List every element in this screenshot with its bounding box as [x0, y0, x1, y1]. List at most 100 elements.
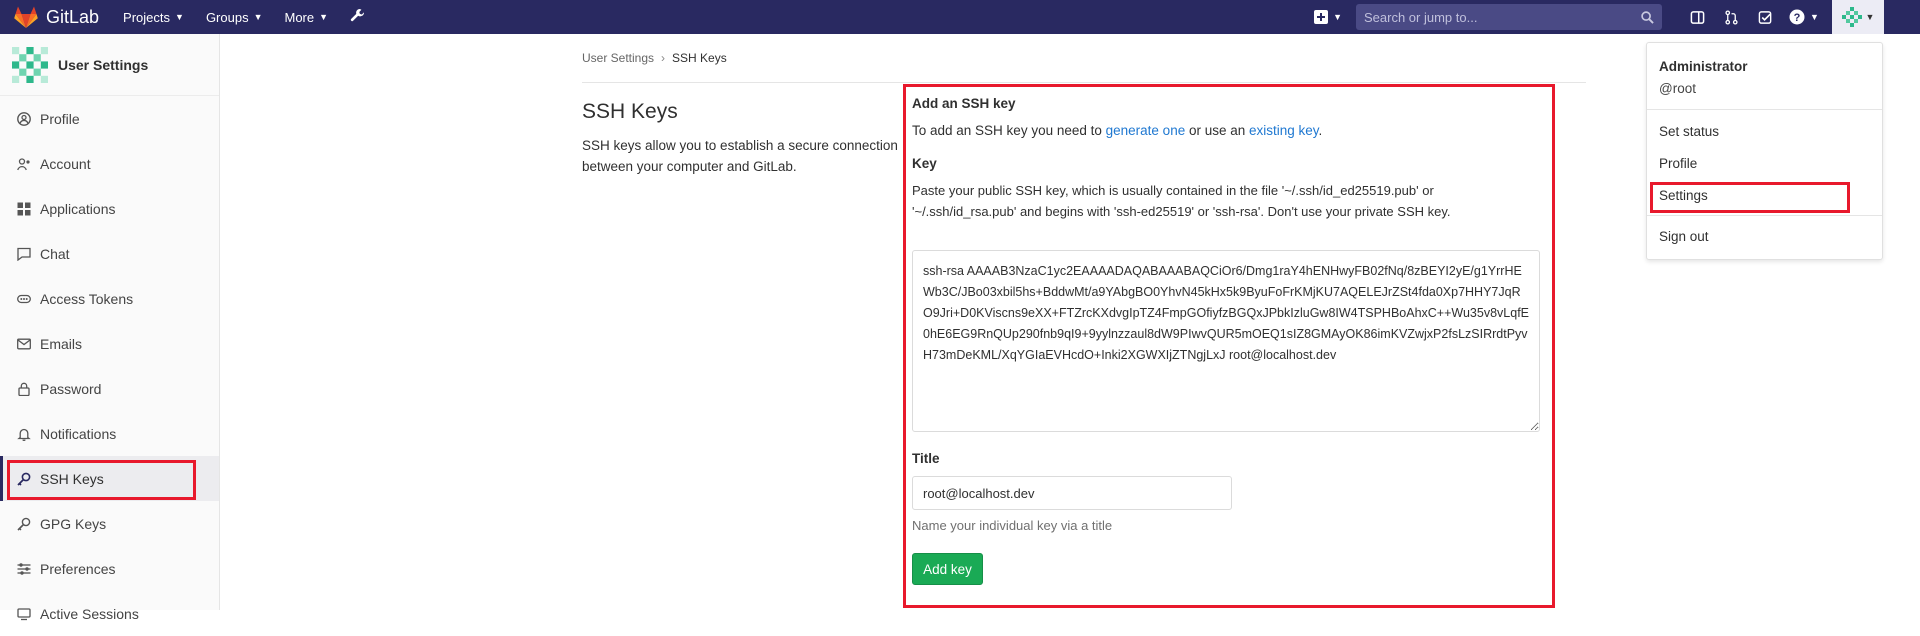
intro-text: .: [1318, 123, 1323, 138]
lock-icon: [16, 382, 32, 396]
set-status-item[interactable]: Set status: [1659, 124, 1719, 139]
chevron-down-icon: ▼: [1865, 12, 1875, 22]
sidebar-item-label: Emails: [40, 335, 83, 352]
sidebar-item-label: Profile: [40, 110, 80, 127]
dropdown-divider: [1647, 215, 1882, 216]
sidebar-item-account[interactable]: Account: [0, 141, 219, 186]
help-icon[interactable]: ? ▼: [1782, 9, 1826, 25]
sidebar-item-label: Chat: [40, 245, 70, 262]
mail-icon: [16, 337, 32, 351]
user-dropdown-menu: Administrator @root Set status Profile S…: [1646, 42, 1883, 260]
todo-check-icon[interactable]: [1748, 10, 1782, 25]
gitlab-logo-icon: [14, 6, 38, 28]
generate-one-link[interactable]: generate one: [1106, 123, 1186, 138]
chevron-right-icon: ›: [661, 51, 666, 65]
form-heading: Add an SSH key: [912, 96, 1016, 111]
page-title: SSH Keys: [582, 100, 678, 123]
sign-out-item[interactable]: Sign out: [1659, 229, 1709, 244]
sidebar-item-gpg-keys[interactable]: GPG Keys: [0, 501, 219, 546]
sidebar-item-label: Applications: [40, 200, 116, 217]
sidebar-toggle-icon[interactable]: [1680, 10, 1714, 25]
sidebar-item-chat[interactable]: Chat: [0, 231, 219, 276]
sidebar-item-label: Access Tokens: [40, 290, 134, 307]
sidebar-item-label: GPG Keys: [40, 515, 107, 532]
sidebar-item-profile[interactable]: Profile: [0, 96, 219, 141]
breadcrumb-current[interactable]: SSH Keys: [672, 51, 727, 65]
search-box[interactable]: [1356, 4, 1662, 30]
breadcrumb-divider: [582, 82, 1586, 83]
sidebar-item-label: Active Sessions: [40, 605, 139, 622]
sliders-icon: [16, 562, 32, 576]
chevron-down-icon: ▼: [319, 12, 329, 22]
sessions-icon: [16, 607, 32, 621]
intro-text: or use an: [1185, 123, 1250, 138]
title-help-text: Name your individual key via a title: [912, 518, 1113, 533]
sidebar-item-label: Preferences: [40, 560, 116, 577]
sidebar-item-applications[interactable]: Applications: [0, 186, 219, 231]
sidebar-title: User Settings: [58, 56, 149, 73]
breadcrumb: User Settings › SSH Keys: [582, 51, 727, 65]
user-avatar-icon: [12, 46, 48, 83]
user-avatar-menu[interactable]: ▼: [1832, 0, 1884, 34]
groups-menu[interactable]: Groups ▼: [206, 10, 263, 25]
projects-menu-label: Projects: [123, 9, 171, 25]
plus-icon: [1314, 10, 1329, 24]
title-field[interactable]: [912, 476, 1232, 510]
sidebar-item-label: Password: [40, 380, 102, 397]
top-navbar: GitLab Projects ▼ Groups ▼ More ▼ ▼ ? ▼: [0, 0, 1920, 34]
admin-wrench-icon[interactable]: [350, 8, 365, 26]
form-intro: To add an SSH key you need to generate o…: [912, 123, 1546, 138]
chevron-down-icon: ▼: [1333, 12, 1342, 22]
intro-text: To add an SSH key you need to: [912, 123, 1106, 138]
settings-item[interactable]: Settings: [1659, 188, 1708, 203]
more-menu-label: More: [284, 9, 315, 25]
sidebar-item-label: Notifications: [40, 425, 117, 442]
page-description: SSH keys allow you to establish a secure…: [582, 138, 898, 174]
gitlab-home-link[interactable]: GitLab: [14, 6, 99, 28]
groups-menu-label: Groups: [205, 9, 249, 25]
settings-sidebar: User Settings Profile Account Applicatio…: [0, 34, 220, 622]
chevron-down-icon: ▼: [1810, 12, 1819, 22]
brand-name: GitLab: [46, 6, 100, 27]
avatar-icon: [1841, 7, 1862, 27]
search-icon: [1641, 10, 1654, 24]
bell-icon: [16, 427, 32, 441]
more-menu[interactable]: More ▼: [285, 10, 329, 25]
merge-request-icon[interactable]: [1714, 9, 1748, 25]
main-menu: Projects ▼ Groups ▼ More ▼: [123, 8, 365, 26]
projects-menu[interactable]: Projects ▼: [123, 10, 184, 25]
key-icon: [16, 517, 32, 531]
key-label: Key: [912, 156, 937, 171]
add-ssh-key-form: Add an SSH key To add an SSH key you nee…: [912, 96, 1546, 222]
applications-icon: [16, 202, 32, 216]
dropdown-divider: [1647, 109, 1882, 110]
profile-item[interactable]: Profile: [1659, 156, 1697, 171]
add-key-button[interactable]: Add key: [912, 553, 983, 585]
key-icon: [16, 472, 32, 486]
profile-icon: [16, 111, 32, 126]
sidebar-item-label: SSH Keys: [40, 470, 104, 487]
chat-icon: [16, 247, 32, 261]
chevron-down-icon: ▼: [175, 12, 184, 22]
sidebar-header[interactable]: User Settings: [0, 34, 219, 96]
search-input[interactable]: [1364, 9, 1641, 25]
existing-key-link[interactable]: existing key: [1249, 123, 1319, 138]
sidebar-item-active-sessions[interactable]: Active Sessions: [0, 591, 219, 636]
new-item-dropdown[interactable]: ▼: [1314, 10, 1342, 24]
title-label: Title: [912, 451, 940, 466]
dropdown-username[interactable]: @root: [1659, 81, 1696, 96]
sidebar-item-notifications[interactable]: Notifications: [0, 411, 219, 456]
navbar-right: ▼ ? ▼ ▼: [1314, 0, 1920, 34]
chevron-down-icon: ▼: [253, 12, 263, 22]
key-textarea[interactable]: ssh-rsa AAAAB3NzaC1yc2EAAAADAQABAAABAQCi…: [912, 250, 1540, 432]
svg-text:?: ?: [1794, 12, 1801, 24]
sidebar-item-label: Account: [40, 155, 91, 172]
sidebar-item-emails[interactable]: Emails: [0, 321, 219, 366]
breadcrumb-parent[interactable]: User Settings: [582, 51, 654, 65]
key-help-text: Paste your public SSH key, which is usua…: [912, 183, 1451, 219]
sidebar-item-password[interactable]: Password: [0, 366, 219, 411]
dropdown-user-name[interactable]: Administrator: [1659, 59, 1748, 74]
sidebar-item-preferences[interactable]: Preferences: [0, 546, 219, 591]
sidebar-item-ssh-keys[interactable]: SSH Keys: [0, 456, 219, 501]
sidebar-item-access-tokens[interactable]: Access Tokens: [0, 276, 219, 321]
